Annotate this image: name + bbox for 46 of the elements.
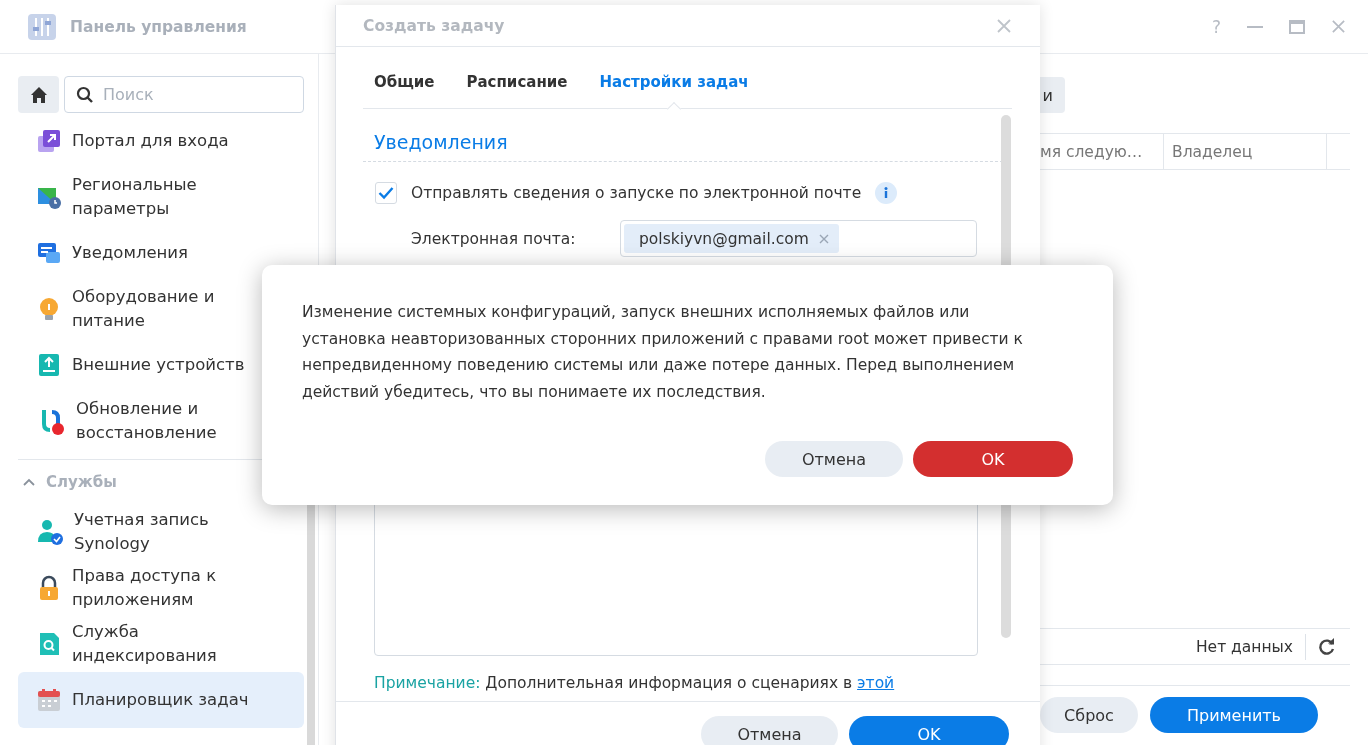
maximize-button[interactable] xyxy=(1289,19,1305,34)
user-icon xyxy=(36,518,64,546)
portal-icon xyxy=(36,128,62,154)
checkbox-label: Отправлять сведения о запуске по электронной почте xyxy=(411,184,862,203)
column-header[interactable]: Владелец xyxy=(1164,134,1327,169)
close-button[interactable] xyxy=(1331,19,1346,34)
upload-icon xyxy=(36,352,62,378)
sidebar-item[interactable]: Служба индексирования xyxy=(18,616,304,672)
search-icon xyxy=(76,86,94,104)
home-icon xyxy=(29,85,48,104)
tab[interactable]: Настройки задач xyxy=(599,72,749,93)
calendar-icon xyxy=(36,687,62,713)
field-label: Электронная почта: xyxy=(411,229,577,248)
search-field[interactable]: Поиск xyxy=(64,76,304,113)
ok-button[interactable]: OK xyxy=(913,441,1073,477)
chat-icon xyxy=(36,240,62,266)
sidebar-item[interactable]: Портал для входа xyxy=(18,113,304,169)
email-field[interactable]: polskiyvn@gmail.com xyxy=(620,220,977,258)
warning-text: Изменение системных конфигураций, запуск внешних исполняемых файлов или установка неавторизованных сторонних приложений с правами root может привести к непредвиденному поведению системы или даже потере данных. Перед выполнением действий убедитесь, что вы понимаете их последствия. xyxy=(302,302,1024,403)
cancel-button[interactable]: Отмена xyxy=(701,716,838,745)
sidebar-item[interactable]: Планировщик задач xyxy=(18,672,304,728)
link[interactable]: этой xyxy=(857,674,895,693)
tab[interactable]: Расписание xyxy=(466,72,568,93)
status-text: Нет данных xyxy=(1195,637,1293,656)
window-title: Панель управления xyxy=(70,17,247,36)
info-icon[interactable] xyxy=(875,182,898,205)
close-icon[interactable] xyxy=(996,17,1012,34)
ok-button[interactable]: OK xyxy=(849,716,1009,745)
reset-button[interactable]: Сброс xyxy=(1040,697,1138,733)
home-button[interactable] xyxy=(18,76,59,113)
dialog-title: Создать задачу xyxy=(363,16,505,35)
email-token[interactable]: polskiyvn@gmail.com xyxy=(624,224,839,254)
refresh-icon[interactable] xyxy=(1318,637,1336,656)
sidebar-item[interactable]: Обновление и восстановление xyxy=(18,393,304,449)
tab[interactable]: Общие xyxy=(374,72,435,93)
sidebar-item[interactable]: Уведомления xyxy=(18,225,304,281)
cancel-button[interactable]: Отмена xyxy=(765,441,903,477)
note-text: Примечание: Дополнительная информация о сценариях в этой xyxy=(374,674,896,693)
apply-button[interactable]: Применить xyxy=(1150,697,1318,733)
checkbox[interactable] xyxy=(375,182,397,205)
sidebar-item[interactable]: Учетная запись Synology xyxy=(18,504,304,560)
sidebar-item[interactable]: Региональные параметры xyxy=(18,169,304,225)
sidebar-item[interactable]: Внешние устройств xyxy=(18,337,304,393)
sidebar-item[interactable]: Права доступа к приложениям xyxy=(18,560,304,616)
minimize-button[interactable] xyxy=(1247,25,1263,28)
remove-icon[interactable] xyxy=(818,233,829,244)
